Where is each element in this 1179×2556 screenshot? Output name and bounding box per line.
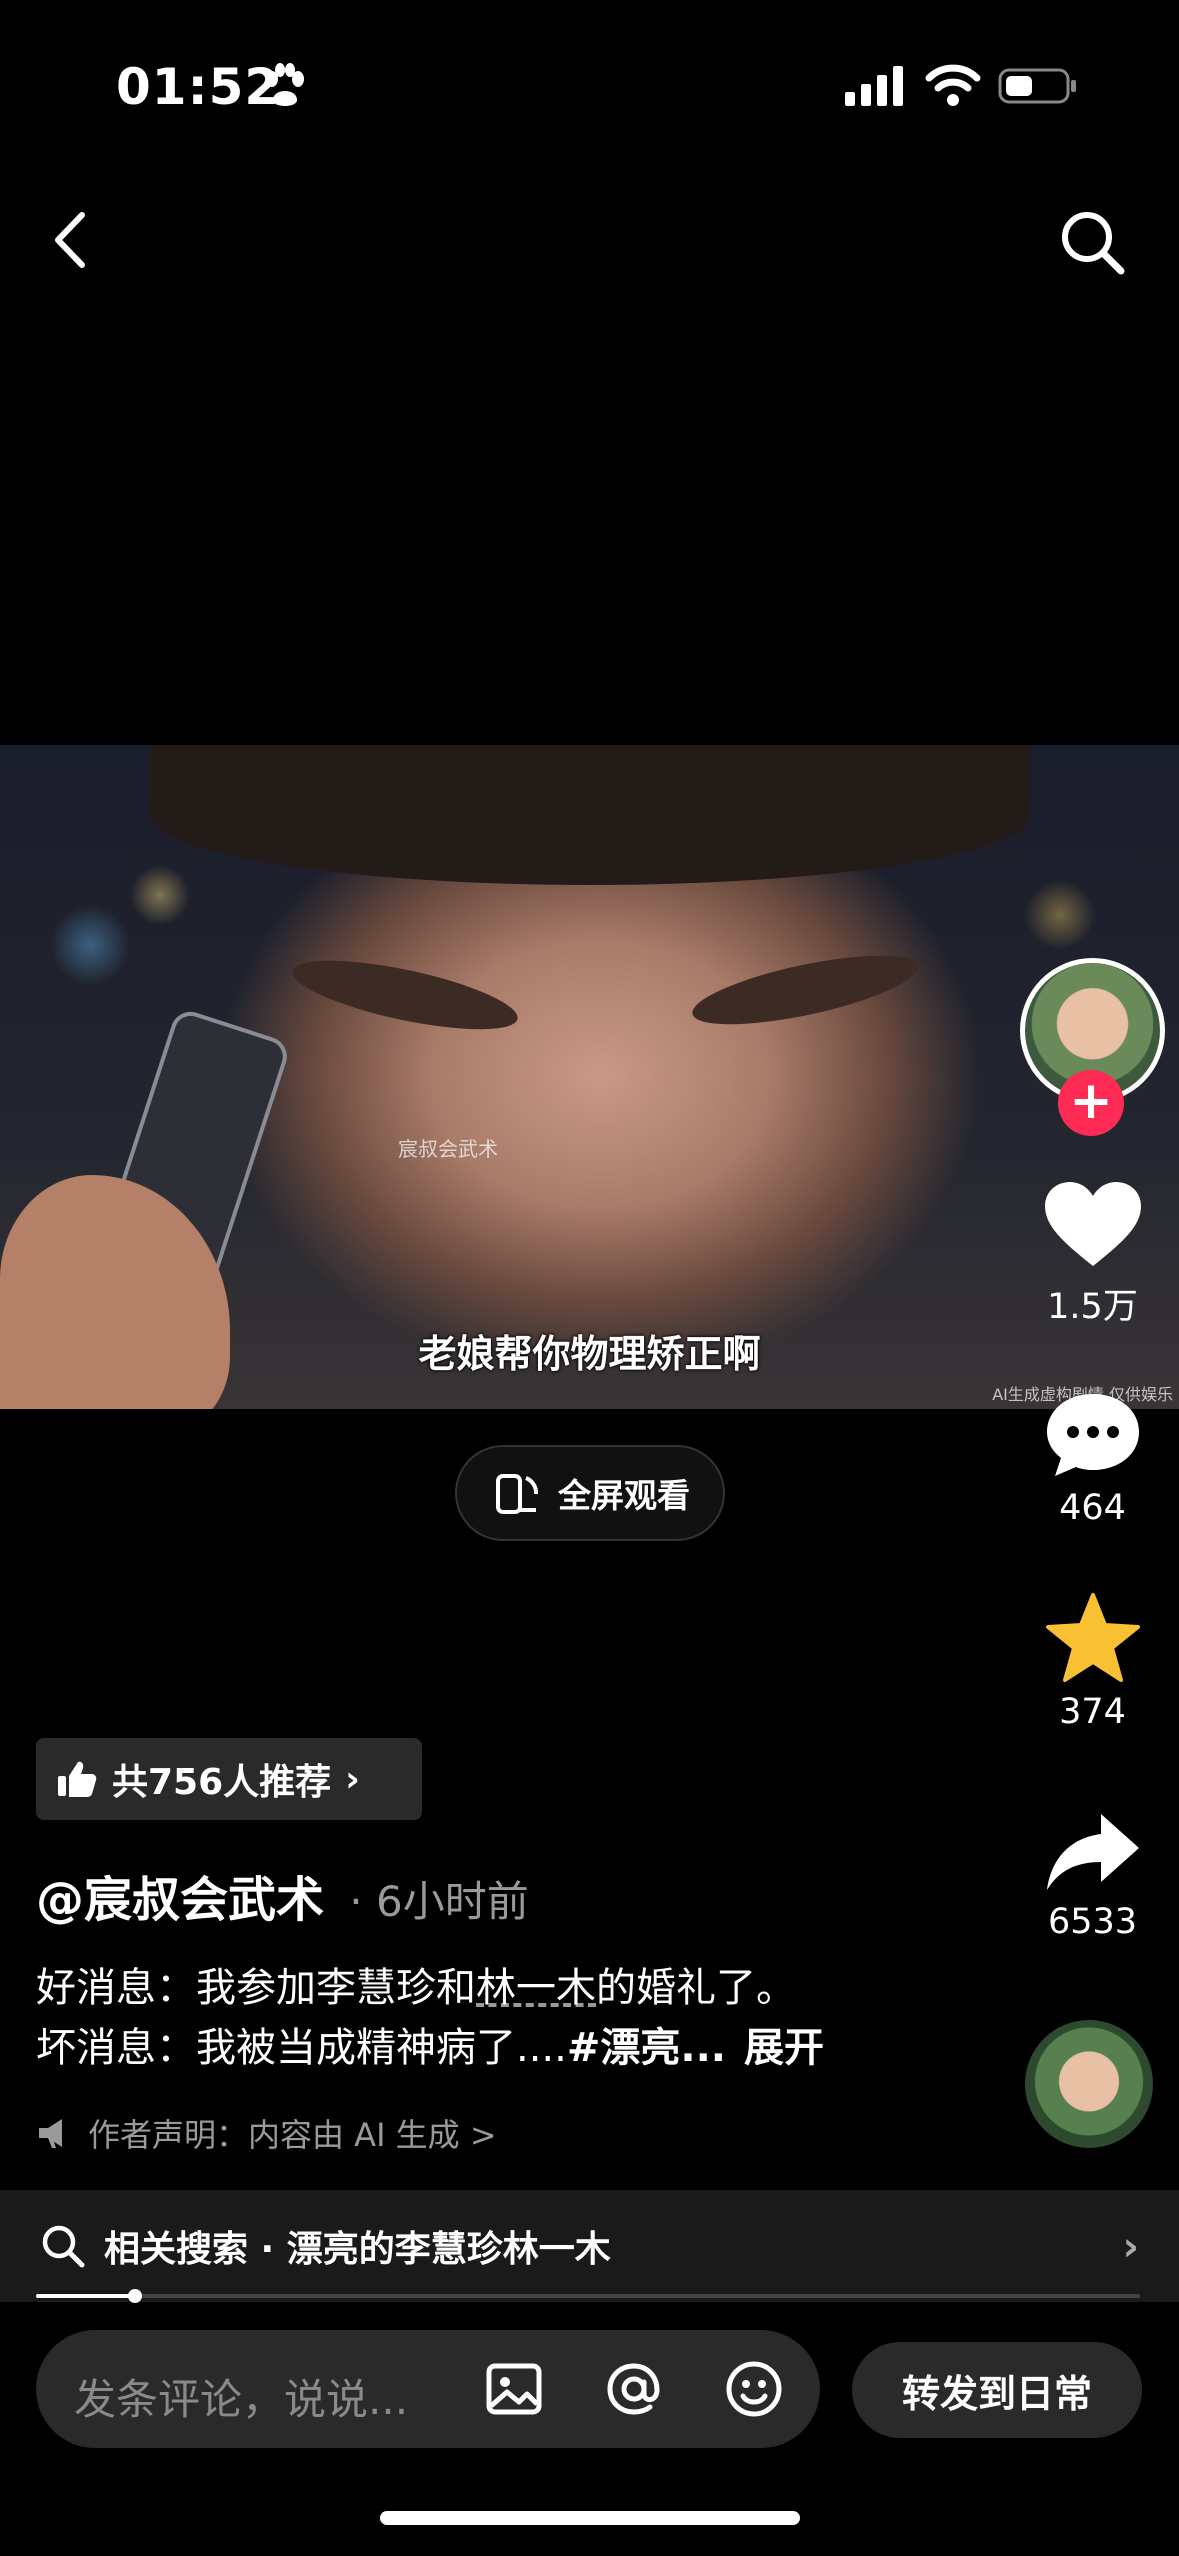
video-subtitle: 老娘帮你物理矫正啊: [418, 1332, 761, 1376]
search-icon: [42, 2225, 85, 2268]
status-time: 01:52: [116, 58, 281, 116]
description-text: 的婚礼了。: [596, 1965, 796, 2011]
rotate-phone-icon: [496, 1474, 539, 1514]
disclaimer-label: 作者声明：内容由 AI 生成 >: [88, 2116, 497, 2154]
related-search-label: 相关搜索 · 漂亮的李慧珍林一木: [104, 2229, 611, 2270]
fullscreen-button[interactable]: 全屏观看: [455, 1445, 725, 1541]
like-count: 1.5万: [1047, 1287, 1138, 1327]
author-line: @宸叔会武术 · 6小时前: [36, 1860, 529, 1930]
video-progress-bar[interactable]: [36, 2289, 1140, 2303]
comment-button[interactable]: 464: [1030, 1390, 1155, 1528]
description-text: 好消息：我参加李慧珍和: [36, 1965, 476, 2011]
share-icon: [1046, 1814, 1139, 1890]
expand-button[interactable]: 展开: [744, 2025, 824, 2071]
video-player[interactable]: 宸叔会武术 老娘帮你物理矫正啊 AI生成虚构剧情 仅供娱乐: [0, 745, 1179, 1409]
recommend-label: 共756人推荐: [112, 1762, 332, 1803]
signal-icon: [845, 66, 903, 106]
share-count: 6533: [1047, 1902, 1138, 1942]
video-figure-brow: [287, 946, 523, 1044]
chevron-right-icon: ›: [345, 1758, 360, 1800]
fullscreen-label: 全屏观看: [558, 1476, 690, 1515]
thumb-up-icon: [58, 1761, 97, 1797]
share-button[interactable]: 6533: [1030, 1810, 1155, 1942]
video-progress-fill: [36, 2294, 136, 2298]
recommend-chip[interactable]: 共756人推荐 ›: [36, 1738, 422, 1820]
author-disclaimer[interactable]: 作者声明：内容由 AI 生成 >: [36, 2110, 497, 2156]
author-name[interactable]: @宸叔会武术: [36, 1872, 324, 1928]
comment-input[interactable]: 发条评论，说说...: [36, 2330, 820, 2448]
emoji-icon[interactable]: [719, 2354, 789, 2424]
description-line-2: 坏消息：我被当成精神病了....#漂亮... 展开: [36, 2018, 936, 2078]
video-figure-hair: [150, 745, 1030, 885]
home-indicator: [380, 2511, 800, 2525]
favorite-count: 374: [1059, 1692, 1126, 1732]
video-figure-brow: [687, 941, 923, 1039]
status-bar: 01:52: [0, 0, 1179, 170]
at-icon[interactable]: [599, 2354, 669, 2424]
battery-icon: [998, 68, 1076, 104]
megaphone-icon: [39, 2119, 62, 2148]
star-icon: [1045, 1593, 1140, 1682]
wifi-icon: [925, 64, 981, 106]
hashtag-link[interactable]: #漂亮...: [567, 2025, 726, 2071]
post-time: · 6小时前: [349, 1877, 529, 1926]
back-icon[interactable]: [40, 205, 100, 275]
comment-count: 464: [1059, 1488, 1126, 1528]
follow-button[interactable]: +: [1058, 1070, 1124, 1136]
like-button[interactable]: 1.5万: [1030, 1180, 1155, 1329]
music-disc-avatar[interactable]: [1025, 2020, 1153, 2148]
mention-link[interactable]: 林一木: [476, 1965, 596, 2011]
comment-icon: [1046, 1394, 1139, 1476]
description-line-1: 好消息：我参加李慧珍和林一木的婚礼了。: [36, 1958, 936, 2018]
video-watermark: 宸叔会武术: [398, 1137, 498, 1161]
image-icon[interactable]: [479, 2354, 549, 2424]
description-text: 坏消息：我被当成精神病了....: [36, 2025, 567, 2071]
repost-button[interactable]: 转发到日常: [852, 2342, 1142, 2438]
paw-icon: [266, 63, 304, 106]
related-search-bar[interactable]: 相关搜索 · 漂亮的李慧珍林一木 ›: [0, 2190, 1179, 2302]
video-description[interactable]: 好消息：我参加李慧珍和林一木的婚礼了。 坏消息：我被当成精神病了....#漂亮.…: [36, 1958, 936, 2078]
chevron-right-icon: ›: [1122, 2224, 1139, 2270]
search-icon[interactable]: [1055, 205, 1130, 280]
favorite-button[interactable]: 374: [1030, 1592, 1155, 1732]
comment-placeholder: 发条评论，说说...: [74, 2375, 409, 2424]
heart-icon: [1044, 1182, 1141, 1266]
